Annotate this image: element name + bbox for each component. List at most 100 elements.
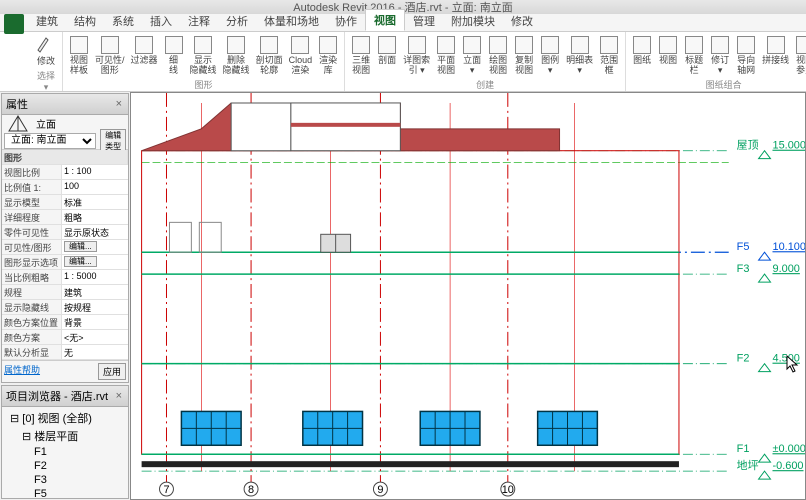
left-panels: 属性 × 立面 立面: 南立面 编辑类型 图形视图比例比例值 1:100显示模型… bbox=[0, 92, 130, 500]
svg-text:F1: F1 bbox=[737, 443, 750, 455]
prop-key: 显示隐藏线 bbox=[2, 300, 62, 314]
prop-key: 当比例粗略度... bbox=[2, 270, 62, 284]
ribbon-btn[interactable]: 图例▾ bbox=[538, 34, 562, 77]
svg-text:F5: F5 bbox=[737, 241, 750, 253]
ribbon-body: 修改 选择 ▾ 视图样板可见性/图形过滤器细线显示隐藏线删除隐藏线剖切面轮廓Cl… bbox=[0, 32, 806, 92]
prop-value[interactable]: 无 bbox=[62, 345, 128, 359]
prop-key: 详细程度 bbox=[2, 210, 62, 224]
ribbon-tab-建筑[interactable]: 建筑 bbox=[28, 11, 66, 31]
type-selector[interactable]: 立面: 南立面 bbox=[4, 133, 96, 149]
prop-key: 图形显示选项 bbox=[2, 255, 62, 269]
ribbon-btn[interactable]: 图纸 bbox=[630, 34, 654, 77]
project-browser-tree[interactable]: ⊟ [0] 视图 (全部)⊟ 楼层平面F1F2F3F5F6地坪场地⊟ 三维视图{… bbox=[2, 407, 128, 499]
select-group-label[interactable]: 选择 ▾ bbox=[34, 68, 58, 93]
ribbon-tab-管理[interactable]: 管理 bbox=[405, 11, 443, 31]
tree-node[interactable]: F5 bbox=[4, 487, 126, 499]
ribbon-btn[interactable]: 立面▾ bbox=[460, 34, 484, 77]
ribbon-btn[interactable]: Cloud渲染 bbox=[287, 34, 315, 77]
prop-value[interactable]: 编辑... bbox=[62, 255, 128, 269]
prop-key: 比例值 1: bbox=[2, 180, 62, 194]
prop-value[interactable]: 标准 bbox=[62, 195, 128, 209]
close-icon[interactable]: × bbox=[114, 390, 124, 402]
svg-text:8: 8 bbox=[248, 484, 254, 496]
tree-node[interactable]: F1 bbox=[4, 445, 126, 459]
ribbon-tab-视图[interactable]: 视图 bbox=[365, 9, 405, 31]
prop-value[interactable] bbox=[62, 165, 128, 179]
edit-type-button[interactable]: 编辑类型 bbox=[100, 129, 126, 153]
svg-text:10: 10 bbox=[502, 484, 514, 496]
ribbon-btn[interactable]: 复制视图 bbox=[512, 34, 536, 77]
ribbon-btn[interactable]: 三维视图 bbox=[349, 34, 373, 77]
ribbon-btn[interactable]: 视图 bbox=[656, 34, 680, 77]
apply-button[interactable]: 应用 bbox=[98, 363, 126, 380]
prop-value[interactable]: 100 bbox=[62, 180, 128, 194]
prop-key: 可见性/图形替换 bbox=[2, 240, 62, 254]
ribbon-btn[interactable]: 渲染库 bbox=[316, 34, 340, 77]
ribbon-tab-注释[interactable]: 注释 bbox=[180, 11, 218, 31]
ribbon-btn[interactable]: 过滤器 bbox=[129, 34, 160, 77]
revit-app-icon[interactable] bbox=[4, 14, 24, 34]
svg-text:-0.600: -0.600 bbox=[773, 460, 804, 472]
prop-key: 颜色方案 bbox=[2, 330, 62, 344]
ribbon-tab-结构[interactable]: 结构 bbox=[66, 11, 104, 31]
ribbon-tab-分析[interactable]: 分析 bbox=[218, 11, 256, 31]
ribbon-group-label: 图形 bbox=[67, 77, 340, 91]
prop-value[interactable]: 1 : 5000 bbox=[62, 270, 128, 284]
ribbon-btn[interactable]: 修订▾ bbox=[708, 34, 732, 77]
ribbon-tab-系统[interactable]: 系统 bbox=[104, 11, 142, 31]
ribbon-btn[interactable]: 详图索引 ▾ bbox=[401, 34, 432, 77]
svg-text:10.100: 10.100 bbox=[773, 241, 806, 253]
svg-text:9.000: 9.000 bbox=[773, 263, 800, 275]
prop-value[interactable]: <无> bbox=[62, 330, 128, 344]
ribbon-tab-修改[interactable]: 修改 bbox=[503, 11, 541, 31]
ribbon-btn[interactable]: 可见性/图形 bbox=[93, 34, 127, 77]
ribbon-btn[interactable]: 拼接线 bbox=[760, 34, 791, 77]
ribbon-btn[interactable]: 标题栏 bbox=[682, 34, 706, 77]
ribbon-btn[interactable]: 删除隐藏线 bbox=[221, 34, 252, 77]
ribbon-btn[interactable]: 范围框 bbox=[597, 34, 621, 77]
prop-key: 默认分析显示... bbox=[2, 345, 62, 359]
ribbon-tab-附加模块[interactable]: 附加模块 bbox=[443, 11, 503, 31]
ribbon-btn[interactable]: 显示隐藏线 bbox=[188, 34, 219, 77]
prop-value[interactable]: 按规程 bbox=[62, 300, 128, 314]
ribbon-tab-插入[interactable]: 插入 bbox=[142, 11, 180, 31]
ribbon-tabs: 建筑结构系统插入注释分析体量和场地协作视图管理附加模块修改 bbox=[0, 14, 806, 32]
ribbon-btn[interactable]: 剖切面轮廓 bbox=[254, 34, 285, 77]
ribbon-btn[interactable]: 视图样板 bbox=[67, 34, 91, 77]
prop-key: 规程 bbox=[2, 285, 62, 299]
svg-text:4.500: 4.500 bbox=[773, 353, 800, 365]
drawing-canvas[interactable]: 屋顶15.000F510.100F39.000F24.500F1±0.000地坪… bbox=[130, 92, 806, 500]
ribbon-tab-协作[interactable]: 协作 bbox=[327, 11, 365, 31]
ribbon-btn[interactable]: 导向轴网 bbox=[734, 34, 758, 77]
prop-key: 图形 bbox=[2, 150, 128, 164]
prop-value[interactable]: 编辑... bbox=[62, 240, 128, 254]
ribbon-btn[interactable]: 视图参照 bbox=[793, 34, 806, 77]
ribbon-btn[interactable]: 剖面 bbox=[375, 34, 399, 77]
tree-node[interactable]: ⊟ [0] 视图 (全部) bbox=[4, 409, 126, 427]
ribbon-tab-体量和场地[interactable]: 体量和场地 bbox=[256, 11, 327, 31]
ribbon-btn[interactable]: 平面视图 bbox=[434, 34, 458, 77]
tree-node[interactable]: ⊟ 楼层平面 bbox=[4, 427, 126, 445]
prop-value[interactable]: 建筑 bbox=[62, 285, 128, 299]
ribbon-btn[interactable]: 绘图视图 bbox=[486, 34, 510, 77]
prop-value[interactable]: 粗略 bbox=[62, 210, 128, 224]
tree-node[interactable]: F2 bbox=[4, 459, 126, 473]
browser-header: 项目浏览器 - 酒店.rvt × bbox=[2, 386, 128, 407]
properties-help-link[interactable]: 属性帮助 bbox=[4, 363, 40, 380]
prop-value[interactable]: 背景 bbox=[62, 315, 128, 329]
tree-node[interactable]: F3 bbox=[4, 473, 126, 487]
close-icon[interactable]: × bbox=[114, 98, 124, 110]
modify-button[interactable]: 修改 bbox=[34, 34, 58, 68]
svg-text:屋顶: 屋顶 bbox=[737, 139, 759, 152]
ribbon-btn[interactable]: 细线 bbox=[162, 34, 186, 77]
ribbon-btn[interactable]: 明细表▾ bbox=[564, 34, 595, 77]
prop-key: 视图比例 bbox=[2, 165, 62, 179]
svg-text:9: 9 bbox=[377, 484, 383, 496]
svg-text:F3: F3 bbox=[737, 263, 750, 275]
ribbon-group-label: 图纸组合 bbox=[630, 77, 806, 91]
svg-text:±0.000: ±0.000 bbox=[773, 443, 806, 455]
prop-value[interactable]: 显示原状态 bbox=[62, 225, 128, 239]
prop-key: 显示模型 bbox=[2, 195, 62, 209]
svg-text:F2: F2 bbox=[737, 353, 750, 365]
prop-key: 颜色方案位置 bbox=[2, 315, 62, 329]
